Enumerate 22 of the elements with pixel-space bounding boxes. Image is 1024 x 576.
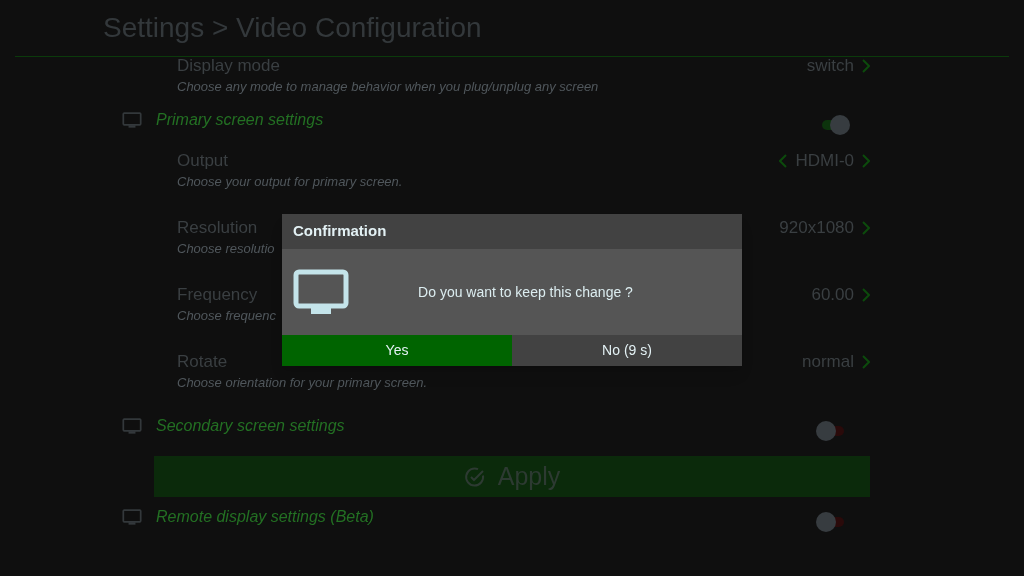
- setting-description: Choose your output for primary screen.: [177, 173, 403, 191]
- setting-description: Choose resolutio: [177, 240, 275, 258]
- chevron-right-icon[interactable]: [862, 288, 870, 302]
- section-header: Primary screen settings: [156, 110, 325, 130]
- section-header: Remote display settings (Beta): [156, 507, 375, 527]
- setting-description: Choose orientation for your primary screen.: [177, 374, 427, 392]
- monitor-icon: [122, 509, 142, 525]
- dialog-button[interactable]: Yes: [282, 335, 512, 366]
- chevron-right-icon[interactable]: [862, 221, 870, 235]
- setting-description: Choose any mode to manage behavior when you plug/unplug any screen: [177, 78, 599, 96]
- monitor-icon: [122, 418, 142, 434]
- section-header: Secondary screen settings: [156, 416, 346, 436]
- chevron-right-icon[interactable]: [862, 154, 870, 168]
- dialog-title: Confirmation: [293, 221, 387, 242]
- setting-description: Choose frequenc: [177, 307, 276, 325]
- dialog-button[interactable]: No (9 s): [512, 335, 742, 366]
- monitor-icon: [293, 269, 349, 315]
- monitor-icon: [122, 112, 142, 128]
- dialog-message: Do you want to keep this change ?: [417, 282, 634, 302]
- chevron-right-icon[interactable]: [862, 59, 870, 73]
- chevron-right-icon[interactable]: [862, 355, 870, 369]
- chevron-left-icon[interactable]: [779, 154, 788, 168]
